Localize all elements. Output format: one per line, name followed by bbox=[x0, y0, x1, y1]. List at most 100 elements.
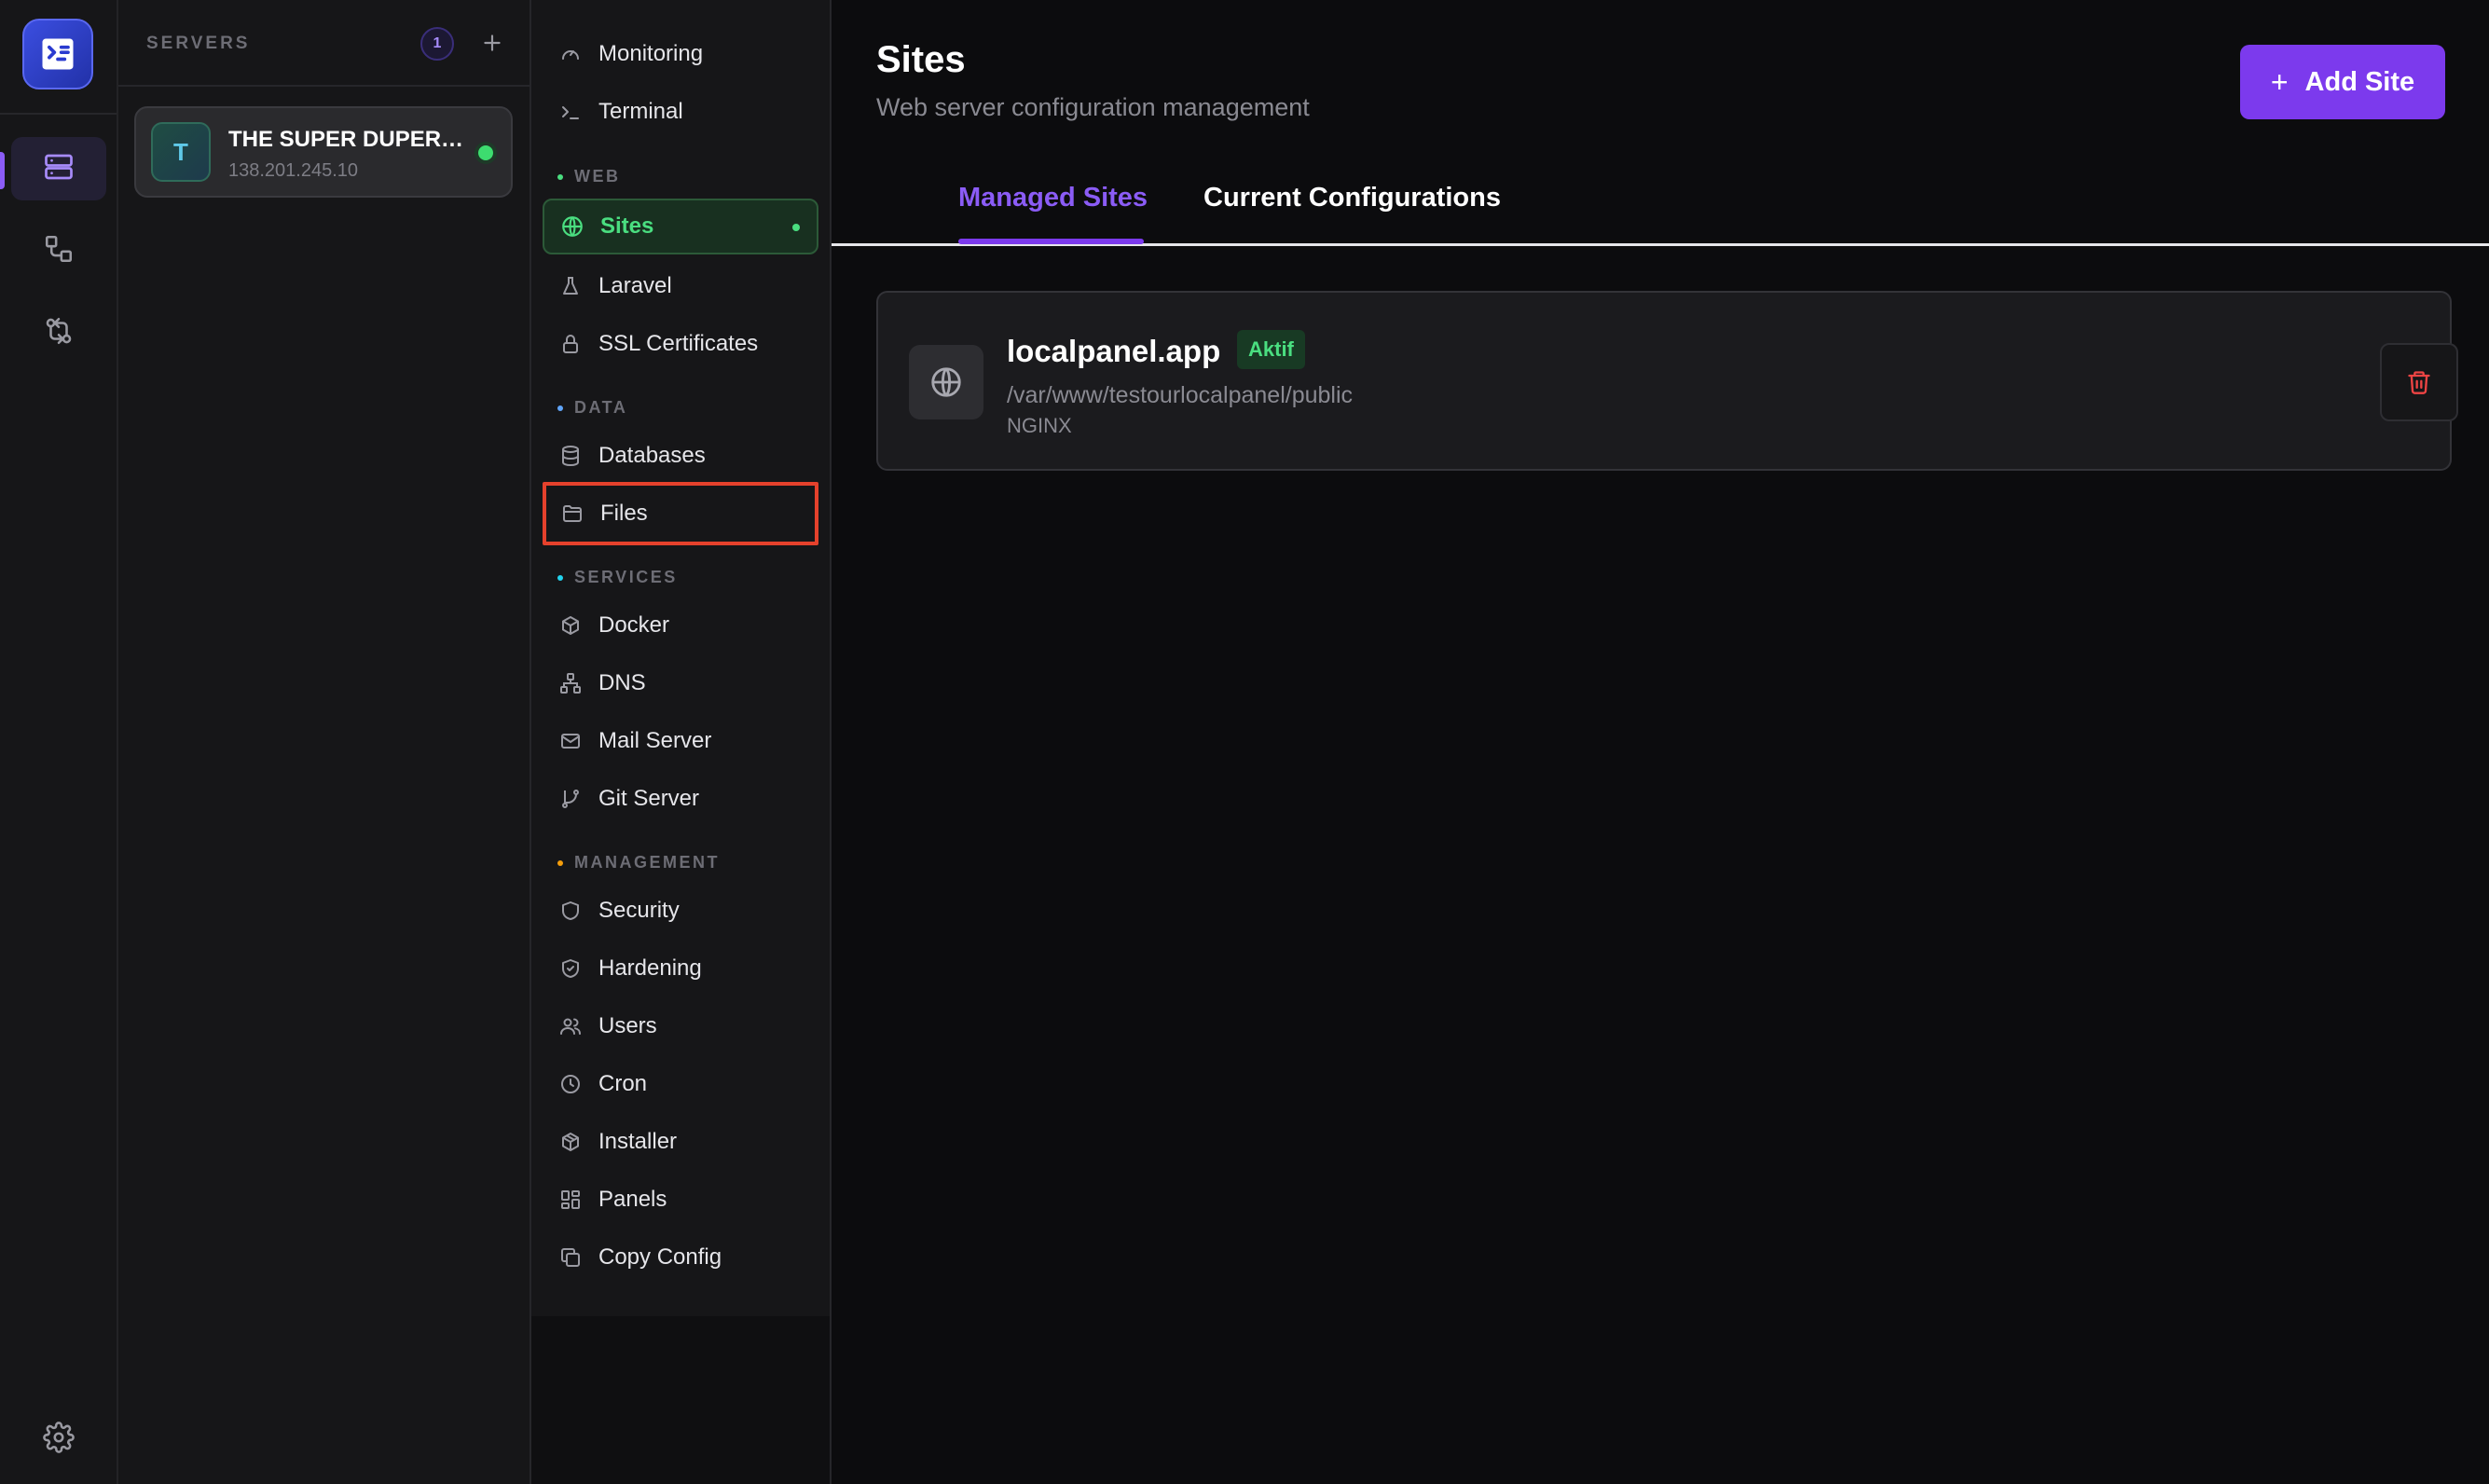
nav-item-label: Sites bbox=[600, 213, 654, 239]
clock-icon bbox=[557, 1071, 584, 1097]
rail-divider bbox=[0, 113, 117, 115]
tab-managed-sites[interactable]: Managed Sites bbox=[958, 183, 1148, 213]
nav-item-sites[interactable]: Sites bbox=[543, 199, 818, 254]
app-logo[interactable] bbox=[22, 19, 93, 89]
network-icon bbox=[557, 670, 584, 696]
git-branch-icon bbox=[557, 786, 584, 812]
shield-icon bbox=[557, 898, 584, 924]
rail-active-indicator bbox=[0, 152, 5, 189]
nav-item-users[interactable]: Users bbox=[543, 998, 818, 1054]
trash-icon bbox=[2408, 371, 2430, 394]
servers-icon bbox=[42, 150, 76, 188]
database-icon bbox=[557, 443, 584, 469]
nav-item-dns[interactable]: DNS bbox=[543, 655, 818, 711]
server-ip: 138.201.245.10 bbox=[228, 160, 359, 181]
nav-item-label: Hardening bbox=[598, 955, 702, 981]
nav-item-installer[interactable]: Installer bbox=[543, 1114, 818, 1170]
nav-item-label: Users bbox=[598, 1013, 657, 1038]
nav-item-cron[interactable]: Cron bbox=[543, 1056, 818, 1112]
nav-item-label: Git Server bbox=[598, 786, 700, 811]
nav-item-files[interactable]: Files bbox=[543, 482, 818, 545]
package-icon bbox=[557, 1129, 584, 1155]
nav-item-terminal[interactable]: Terminal bbox=[543, 84, 818, 140]
gauge-icon bbox=[557, 41, 584, 67]
active-dot bbox=[792, 224, 800, 231]
server-name: THE SUPER DUPER SERVER bbox=[228, 127, 466, 152]
nav-item-label: Cron bbox=[598, 1071, 648, 1096]
page-title: Sites bbox=[876, 39, 966, 80]
servers-count-badge: 1 bbox=[420, 27, 454, 61]
shield-check-icon bbox=[557, 955, 584, 982]
nav-section-services: SERVICES bbox=[557, 568, 678, 587]
nav-item-panels[interactable]: Panels bbox=[543, 1172, 818, 1228]
nav-section-data: DATA bbox=[557, 398, 627, 418]
site-globe-icon bbox=[909, 345, 983, 419]
rail-git-button[interactable] bbox=[11, 301, 106, 364]
nav-item-label: Panels bbox=[598, 1187, 667, 1212]
lock-icon bbox=[557, 331, 584, 357]
add-site-label: Add Site bbox=[2304, 66, 2415, 97]
site-status-badge: Aktif bbox=[1237, 330, 1305, 369]
flask-icon bbox=[557, 273, 584, 299]
nav-item-label: Terminal bbox=[598, 99, 683, 124]
users-icon bbox=[557, 1013, 584, 1039]
nav-item-mail-server[interactable]: Mail Server bbox=[543, 713, 818, 769]
nav-item-docker[interactable]: Docker bbox=[543, 598, 818, 653]
nav-item-label: Mail Server bbox=[598, 728, 712, 753]
nav-item-databases[interactable]: Databases bbox=[543, 428, 818, 484]
tab-current-configurations[interactable]: Current Configurations bbox=[1203, 183, 1501, 213]
site-card[interactable]: localpanel.app Aktif /var/www/testourloc… bbox=[876, 291, 2458, 471]
deploy-flow-icon bbox=[43, 233, 75, 269]
rail-deploy-button[interactable] bbox=[11, 219, 106, 282]
main-content: Sites Web server configuration managemen… bbox=[832, 0, 2489, 1484]
nav-item-label: Databases bbox=[598, 443, 706, 468]
site-server-type: NGINX bbox=[1007, 414, 1072, 437]
nav-item-security[interactable]: Security bbox=[543, 883, 818, 939]
server-avatar: T bbox=[151, 122, 211, 182]
nav-item-git-server[interactable]: Git Server bbox=[543, 771, 818, 827]
box-icon bbox=[557, 612, 584, 639]
server-card[interactable]: T THE SUPER DUPER SERVER 138.201.245.10 bbox=[134, 106, 513, 198]
servers-title: SERVERS bbox=[146, 34, 251, 53]
nav-section-management: MANAGEMENT bbox=[557, 853, 720, 873]
nav-item-label: Laravel bbox=[598, 273, 672, 298]
nav-item-label: Docker bbox=[598, 612, 670, 638]
rail-servers-button[interactable] bbox=[11, 137, 106, 200]
rail-settings-button[interactable] bbox=[11, 1408, 106, 1471]
plus-icon bbox=[484, 34, 501, 51]
page-subtitle: Web server configuration management bbox=[876, 93, 1310, 121]
nav-item-hardening[interactable]: Hardening bbox=[543, 941, 818, 996]
active-tab-underline bbox=[958, 239, 1144, 244]
nav-item-copy-config[interactable]: Copy Config bbox=[543, 1230, 818, 1285]
nav-item-label: Installer bbox=[598, 1129, 678, 1154]
site-path: /var/www/testourlocalpanel/public bbox=[1007, 382, 1354, 408]
nav-section-web: WEB bbox=[557, 167, 621, 186]
nav-item-label: Files bbox=[600, 501, 648, 526]
nav-item-ssl-certificates[interactable]: SSL Certificates bbox=[543, 316, 818, 372]
servers-header: SERVERS 1 bbox=[118, 0, 529, 87]
git-compare-icon bbox=[43, 315, 75, 351]
settings-icon bbox=[43, 1421, 75, 1458]
nav-item-monitoring[interactable]: Monitoring bbox=[543, 26, 818, 82]
plus-icon: + bbox=[2270, 64, 2289, 99]
mail-icon bbox=[557, 728, 584, 754]
terminal-icon bbox=[557, 99, 584, 125]
delete-site-button[interactable] bbox=[2380, 343, 2458, 421]
grid-icon bbox=[557, 1187, 584, 1213]
server-nav: Monitoring Terminal WEB Sites Laravel SS… bbox=[531, 0, 832, 1316]
folder-icon bbox=[559, 501, 585, 527]
add-server-button[interactable] bbox=[472, 22, 513, 63]
globe-icon bbox=[559, 213, 585, 240]
site-domain: localpanel.app bbox=[1007, 334, 1221, 368]
nav-item-label: SSL Certificates bbox=[598, 331, 759, 356]
add-site-button[interactable]: + Add Site bbox=[2240, 45, 2445, 119]
nav-item-label: Security bbox=[598, 898, 680, 923]
nav-item-label: DNS bbox=[598, 670, 646, 695]
nav-item-label: Copy Config bbox=[598, 1244, 722, 1270]
nav-item-laravel[interactable]: Laravel bbox=[543, 258, 818, 314]
nav-empty-area bbox=[531, 1316, 832, 1484]
app-rail bbox=[0, 0, 118, 1484]
server-status-dot bbox=[478, 145, 493, 160]
nav-item-label: Monitoring bbox=[598, 41, 704, 66]
copy-icon bbox=[557, 1244, 584, 1271]
